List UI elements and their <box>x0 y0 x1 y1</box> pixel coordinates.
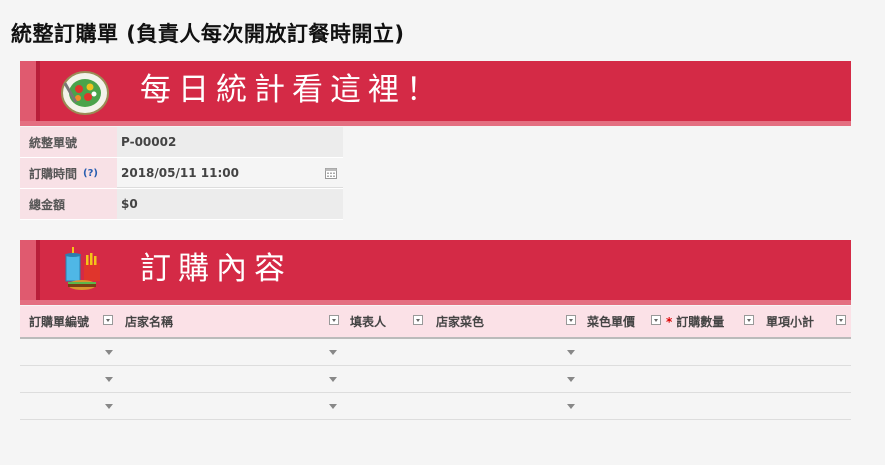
column-menu-button[interactable] <box>836 315 846 325</box>
dropdown-arrow-icon[interactable] <box>567 377 575 382</box>
salad-plate-icon <box>60 66 110 116</box>
field-label: 統整單號 <box>20 127 117 157</box>
fast-food-icon <box>60 245 110 295</box>
table-header: 訂購單編號 店家名稱 填表人 店家菜色 菜色單價 * 訂購數量 單項小計 <box>20 306 851 339</box>
column-menu-button[interactable] <box>744 315 754 325</box>
column-header-dish: 店家菜色 <box>436 315 485 329</box>
order-items-table: 訂購單編號 店家名稱 填表人 店家菜色 菜色單價 * 訂購數量 單項小計 <box>20 306 851 420</box>
column-header-order-no: 訂購單編號 <box>29 315 90 329</box>
column-header-quantity-label: 訂購數量 <box>676 315 725 329</box>
field-label: 訂購時間 (?) <box>20 158 117 188</box>
order-time-value: 2018/05/11 11:00 <box>121 165 239 180</box>
section-banner-order-content: 訂購內容 <box>20 240 851 305</box>
section-title: 每日統計看這裡！ <box>140 72 444 108</box>
dropdown-arrow-icon[interactable] <box>329 377 337 382</box>
section-title: 訂購內容 <box>140 251 292 287</box>
section-banner-daily-stats: 每日統計看這裡！ <box>20 61 851 126</box>
column-menu-button[interactable] <box>329 315 339 325</box>
required-marker: * <box>666 314 673 329</box>
column-menu-button[interactable] <box>103 315 113 325</box>
help-link[interactable]: (?) <box>83 168 98 179</box>
field-label: 總金額 <box>20 189 117 219</box>
column-header-unit-price: 菜色單價 <box>587 315 636 329</box>
column-header-quantity: * 訂購數量 <box>665 306 724 337</box>
column-menu-button[interactable] <box>413 315 423 325</box>
order-number-value: P-00002 <box>117 127 343 157</box>
column-header-subtotal: 單項小計 <box>766 315 815 329</box>
dropdown-arrow-icon[interactable] <box>105 350 113 355</box>
order-time-field[interactable]: 2018/05/11 11:00 <box>117 158 343 188</box>
form-row-order-no: 統整單號 P-00002 <box>20 127 343 158</box>
dropdown-arrow-icon[interactable] <box>567 350 575 355</box>
page-title: 統整訂購單 (負責人每次開放訂餐時開立) <box>11 22 405 46</box>
dropdown-arrow-icon[interactable] <box>105 377 113 382</box>
summary-form: 統整單號 P-00002 訂購時間 (?) 2018/05/11 11:00 總… <box>20 127 343 220</box>
field-label-text: 訂購時間 <box>29 166 78 181</box>
table-row[interactable] <box>20 339 851 366</box>
column-header-filler: 填表人 <box>350 315 387 329</box>
column-menu-button[interactable] <box>651 315 661 325</box>
table-row[interactable] <box>20 393 851 420</box>
table-row[interactable] <box>20 366 851 393</box>
form-row-order-time: 訂購時間 (?) 2018/05/11 11:00 <box>20 158 343 189</box>
column-menu-button[interactable] <box>566 315 576 325</box>
calendar-icon[interactable] <box>325 167 337 182</box>
dropdown-arrow-icon[interactable] <box>105 404 113 409</box>
dropdown-arrow-icon[interactable] <box>329 350 337 355</box>
dropdown-arrow-icon[interactable] <box>567 404 575 409</box>
total-amount-value: $0 <box>117 189 343 219</box>
form-row-total: 總金額 $0 <box>20 189 343 220</box>
column-header-store-name: 店家名稱 <box>125 315 174 329</box>
dropdown-arrow-icon[interactable] <box>329 404 337 409</box>
